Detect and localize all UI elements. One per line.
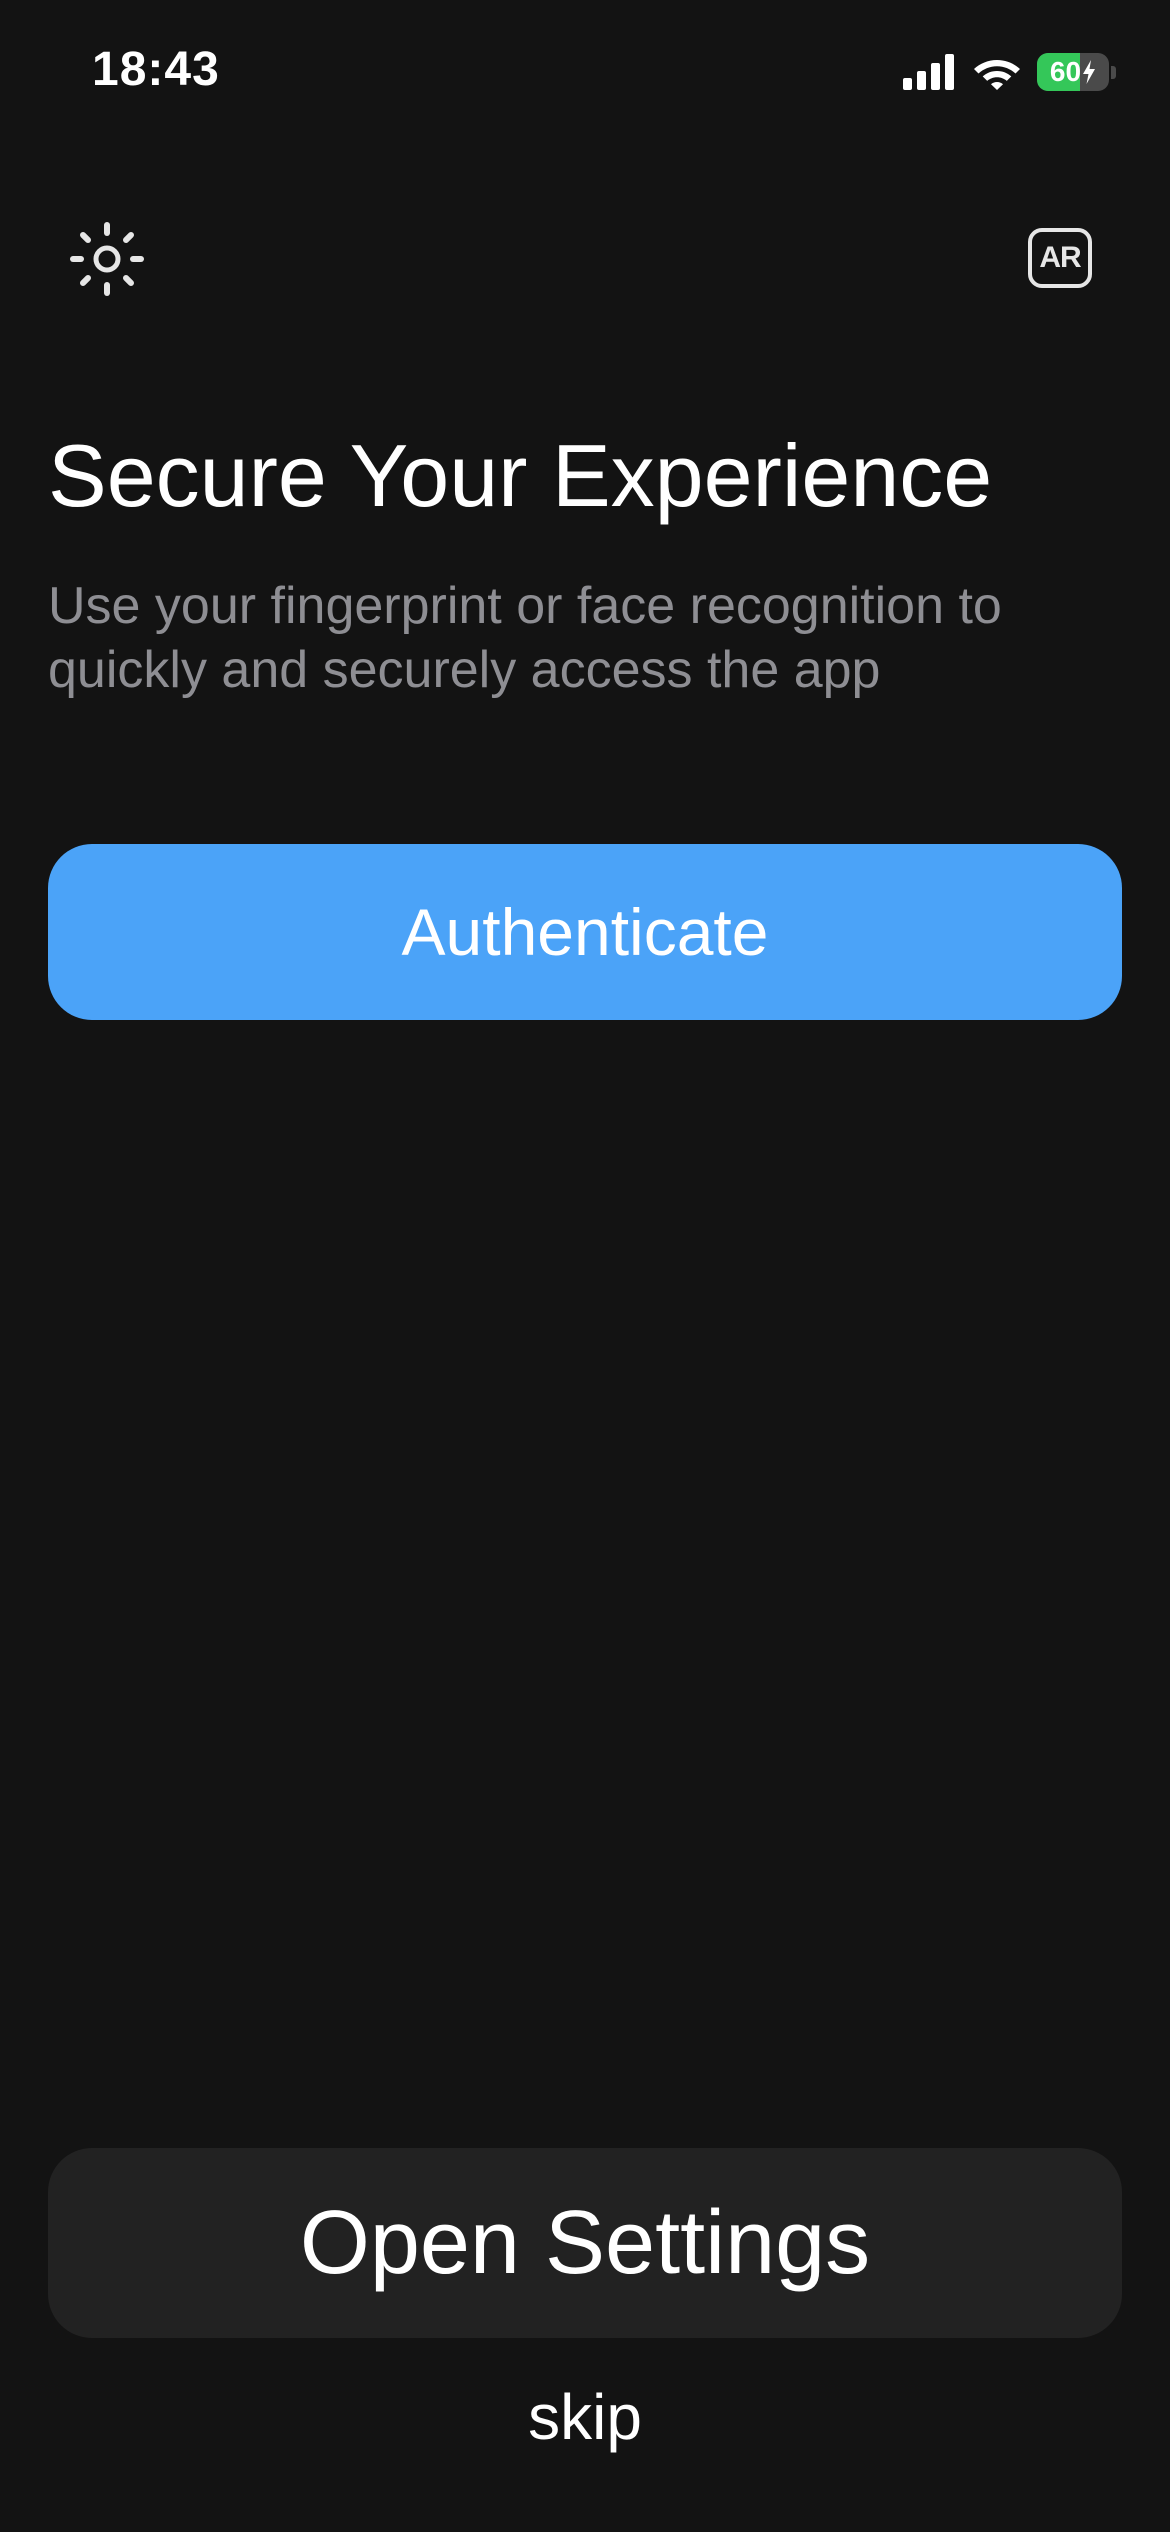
- charging-bolt-icon: [1083, 60, 1096, 84]
- sun-icon: [70, 222, 144, 296]
- biometric-setup-screen: 18:43 60 AR Secure Your Experience Use y…: [0, 0, 1170, 2532]
- battery-level: 60: [1050, 58, 1096, 86]
- status-time: 18:43: [92, 43, 220, 96]
- status-bar: 18:43 60: [0, 0, 1170, 150]
- wifi-icon: [974, 60, 1020, 90]
- theme-toggle-button[interactable]: [66, 218, 148, 300]
- status-icons: 60: [903, 50, 1116, 94]
- language-toggle-button[interactable]: AR: [1028, 228, 1092, 288]
- battery-cap: [1111, 65, 1116, 79]
- skip-link[interactable]: skip: [0, 2380, 1170, 2454]
- battery-percent-label: 60: [1049, 56, 1082, 87]
- signal-icon: [903, 54, 954, 90]
- page-subtitle: Use your fingerprint or face recognition…: [48, 577, 1002, 699]
- open-settings-button[interactable]: Open Settings: [48, 2148, 1122, 2338]
- battery-icon: 60: [1037, 53, 1109, 91]
- authenticate-button[interactable]: Authenticate: [48, 844, 1122, 1020]
- page-title: Secure Your Experience: [48, 426, 993, 525]
